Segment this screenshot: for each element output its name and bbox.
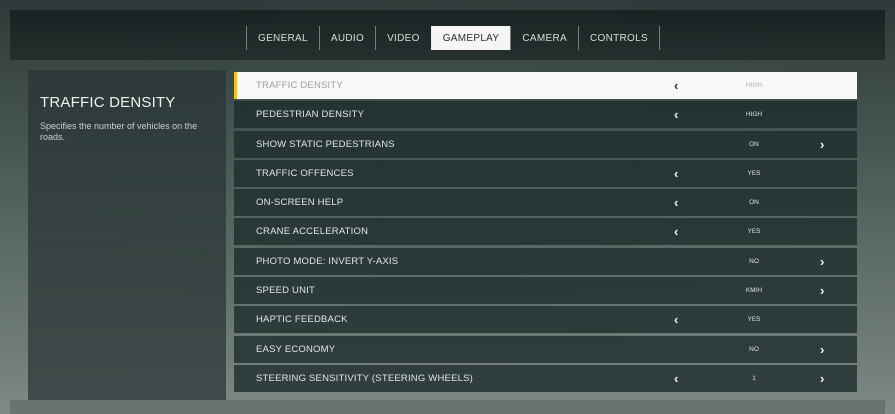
chevron-right-icon[interactable]: › [820,365,824,392]
chevron-left-icon[interactable]: ‹ [674,218,678,245]
setting-value: YES [747,228,761,236]
setting-info-panel: TRAFFIC DENSITY Specifies the number of … [28,70,226,400]
setting-label: STEERING SENSITIVITY (STEERING WHEELS) [256,372,473,384]
setting-row-haptic-feedback[interactable]: HAPTIC FEEDBACK ‹ YES [234,306,857,334]
setting-label: SPEED UNIT [256,285,316,297]
chevron-left-icon[interactable]: ‹ [674,160,678,187]
setting-label: CRANE ACCELERATION [256,226,369,238]
setting-row-on-screen-help[interactable]: ON-SCREEN HELP ‹ ON [234,189,857,217]
setting-row-crane-acceleration[interactable]: CRANE ACCELERATION ‹ YES [234,218,857,246]
chevron-left-icon[interactable]: ‹ [674,72,678,99]
tab-video[interactable]: VIDEO [375,26,431,50]
tab-camera[interactable]: CAMERA [510,26,578,50]
settings-list: TRAFFIC DENSITY ‹ HIGH PEDESTRIAN DENSIT… [234,72,857,394]
setting-value: 1 [752,374,756,382]
chevron-right-icon[interactable]: › [820,131,824,158]
setting-value: KM/H [745,287,763,295]
setting-value: NO [749,345,759,353]
setting-info-description: Specifies the number of vehicles on the … [40,121,198,142]
tab-controls[interactable]: CONTROLS [577,26,660,50]
chevron-left-icon[interactable]: ‹ [674,306,678,333]
setting-value: YES [747,169,761,177]
setting-row-show-static-pedestrians[interactable]: SHOW STATIC PEDESTRIANS ON › [234,130,857,158]
setting-row-traffic-offences[interactable]: TRAFFIC OFFENCES ‹ YES [234,159,857,187]
chevron-left-icon[interactable]: ‹ [674,189,678,216]
setting-value: ON [749,199,759,207]
chevron-right-icon[interactable]: › [820,336,824,363]
setting-row-pedestrian-density[interactable]: PEDESTRIAN DENSITY ‹ HIGH [234,101,857,129]
bottom-shade [10,400,885,414]
setting-label: ON-SCREEN HELP [256,197,344,209]
setting-value: ON [749,140,759,148]
chevron-left-icon[interactable]: ‹ [674,365,678,392]
setting-value: NO [749,257,759,265]
setting-label: SHOW STATIC PEDESTRIANS [256,138,395,150]
tab-audio[interactable]: AUDIO [318,26,375,50]
setting-row-easy-economy[interactable]: EASY ECONOMY NO › [234,335,857,363]
setting-row-photo-mode-invert-y-axis[interactable]: PHOTO MODE: INVERT Y-AXIS NO › [234,247,857,275]
setting-label: PEDESTRIAN DENSITY [256,109,365,121]
chevron-right-icon[interactable]: › [820,277,824,304]
setting-row-traffic-density[interactable]: TRAFFIC DENSITY ‹ HIGH [234,72,857,99]
setting-value: HIGH [745,82,763,89]
setting-value: HIGH [745,111,763,119]
chevron-right-icon[interactable]: › [820,248,824,275]
setting-label: EASY ECONOMY [256,343,336,355]
settings-tabs: GENERAL AUDIO VIDEO GAMEPLAY CAMERA CONT… [246,26,660,50]
tab-gameplay[interactable]: GAMEPLAY [430,26,511,50]
setting-row-speed-unit[interactable]: SPEED UNIT KM/H › [234,277,857,305]
tab-general[interactable]: GENERAL [246,26,319,50]
setting-info-title: TRAFFIC DENSITY [40,94,176,111]
setting-label: TRAFFIC OFFENCES [256,167,354,179]
setting-label: TRAFFIC DENSITY [256,80,343,91]
setting-label: PHOTO MODE: INVERT Y-AXIS [256,255,399,267]
setting-label: HAPTIC FEEDBACK [256,314,348,326]
setting-value: YES [747,316,761,324]
chevron-left-icon[interactable]: ‹ [674,101,678,128]
setting-row-steering-sensitivity[interactable]: STEERING SENSITIVITY (STEERING WHEELS) ‹… [234,364,857,392]
